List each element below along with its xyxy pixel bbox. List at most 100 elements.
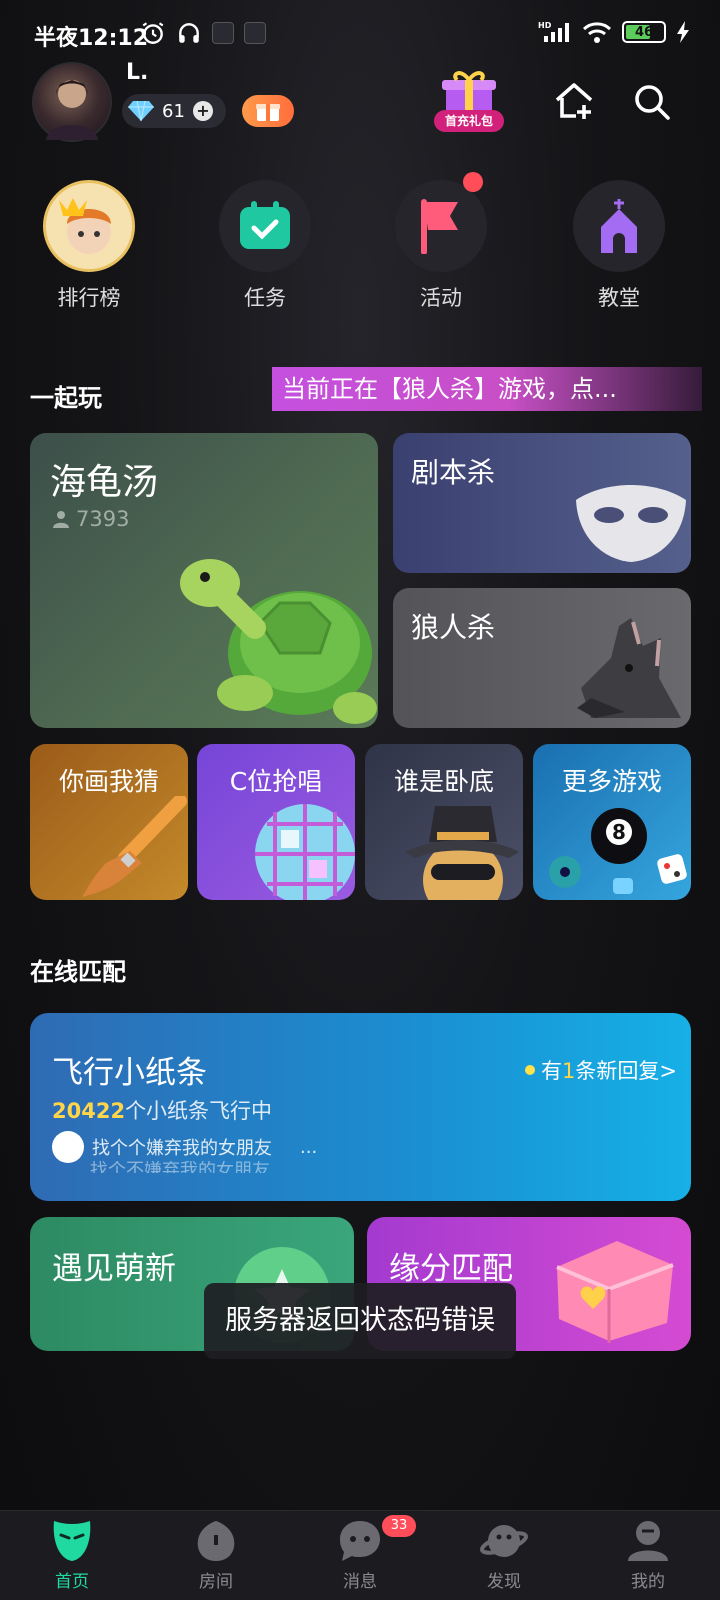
game-title: C位抢唱 xyxy=(229,767,323,796)
status-system-icons: HD 46 xyxy=(538,20,690,44)
person-icon xyxy=(53,511,69,528)
notes-flying-count: 20422个小纸条飞行中 xyxy=(52,1095,272,1125)
game-title: 你画我猜 xyxy=(58,767,159,796)
spy-icon xyxy=(405,806,519,900)
game-title: 狼人杀 xyxy=(411,611,496,644)
note-title: 飞行小纸条 xyxy=(52,1055,207,1091)
notes-count-suffix: 个小纸条飞行中 xyxy=(125,1099,273,1123)
current-game-ticker[interactable]: 当前正在【狼人杀】游戏，点... xyxy=(272,367,702,411)
quick-action-label: 任务 xyxy=(244,286,286,310)
flag-icon xyxy=(421,199,458,254)
ranking-avatar xyxy=(43,180,135,272)
game-title: 剧本杀 xyxy=(411,456,496,489)
game-card-undercover[interactable]: 谁是卧底 xyxy=(365,744,523,900)
nav-label: 发现 xyxy=(487,1572,521,1592)
nav-rooms[interactable]: 房间 xyxy=(144,1511,288,1600)
wolf-icon xyxy=(577,618,681,718)
search-icon[interactable] xyxy=(632,82,672,122)
unread-badge: 33 xyxy=(382,1515,416,1537)
fate-match-title: 缘分匹配 xyxy=(389,1251,513,1287)
events-circle xyxy=(395,172,487,272)
diamond-balance[interactable]: 61 + xyxy=(122,94,226,128)
user-avatar[interactable] xyxy=(32,62,112,142)
bottom-nav: 首页 房间 33 消息 发现 我的 xyxy=(0,1510,720,1600)
church-circle xyxy=(573,180,665,272)
profile-icon xyxy=(628,1521,668,1561)
church-icon xyxy=(601,199,637,253)
avatar-image xyxy=(46,80,98,140)
nav-profile[interactable]: 我的 xyxy=(576,1511,720,1600)
player-count: 7393 xyxy=(52,507,129,531)
notes-count-value: 20422 xyxy=(52,1099,126,1123)
next-message-text: 找个不嫌弃我的女朋友 xyxy=(90,1161,270,1173)
game-card-script-kill[interactable]: 剧本杀 xyxy=(393,433,691,573)
quick-action-label: 活动 xyxy=(420,286,462,310)
message-text: 找个个嫌弃我的女朋友 xyxy=(92,1138,272,1159)
crown-doll-icon xyxy=(59,198,111,254)
mask-face-icon xyxy=(53,1521,91,1561)
meet-newbie-title: 遇见萌新 xyxy=(52,1251,176,1287)
quick-action-label: 排行榜 xyxy=(57,286,121,310)
reply-suffix: 条新回复> xyxy=(575,1059,677,1083)
app-notification-icon-2 xyxy=(244,22,266,44)
battery-level: 46 xyxy=(634,24,654,40)
flying-note-card[interactable]: 飞行小纸条 有1条新回复> 20422个小纸条飞行中 找个个嫌弃我的女朋友 ..… xyxy=(30,1013,691,1201)
game-card-c-sing[interactable]: C位抢唱 xyxy=(197,744,355,900)
game-card-draw-guess[interactable]: 你画我猜 xyxy=(30,744,188,900)
new-reply-link[interactable]: 有1条新回复> xyxy=(525,1055,677,1085)
reply-count: 1 xyxy=(562,1059,576,1083)
quick-action-tasks[interactable]: 任务 xyxy=(200,180,330,312)
game-title: 更多游戏 xyxy=(561,767,662,796)
wifi-icon xyxy=(582,22,612,43)
message-avatar xyxy=(52,1131,84,1163)
game-card-turtle-soup[interactable]: 海龟汤 7393 xyxy=(30,433,378,728)
mystery-box-icon xyxy=(556,1241,674,1343)
turtle-icon xyxy=(180,559,377,724)
game-card-more-games[interactable]: 更多游戏 8 xyxy=(533,744,691,900)
diamond-icon xyxy=(128,100,154,122)
new-reply-dot xyxy=(525,1065,536,1075)
quick-action-events[interactable]: 活动 xyxy=(376,172,506,312)
nav-label: 房间 xyxy=(199,1572,233,1592)
username: L. xyxy=(126,60,149,85)
mask-icon xyxy=(576,485,686,562)
svg-text:8: 8 xyxy=(612,820,626,844)
quick-action-label: 教堂 xyxy=(598,286,640,310)
quick-action-church[interactable]: 教堂 xyxy=(554,180,684,312)
battery-icon: 46 xyxy=(622,21,666,43)
nav-label: 我的 xyxy=(631,1572,665,1592)
network-label: HD xyxy=(538,21,552,30)
game-title: 海龟汤 xyxy=(50,462,159,503)
message-bubble-icon xyxy=(340,1521,380,1561)
task-calendar-icon xyxy=(240,201,290,249)
charging-icon xyxy=(677,21,689,43)
status-time: 半夜12:12 xyxy=(34,26,149,51)
recharge-plus-icon[interactable]: + xyxy=(192,101,213,121)
gift-box-icon xyxy=(256,104,280,121)
nav-discover[interactable]: 发现 xyxy=(432,1511,576,1600)
nav-label: 首页 xyxy=(55,1572,89,1592)
planet-icon xyxy=(480,1525,528,1557)
nav-messages[interactable]: 33 消息 xyxy=(288,1511,432,1600)
error-toast: 服务器返回状态码错误 xyxy=(204,1283,516,1359)
signal-icon: HD xyxy=(538,21,569,42)
reply-prefix: 有 xyxy=(541,1059,563,1083)
tasks-circle xyxy=(219,180,311,272)
more-games-icon: 8 xyxy=(549,808,687,894)
player-count-value: 7393 xyxy=(76,507,130,531)
message-more: ... xyxy=(300,1136,318,1158)
gift-button[interactable] xyxy=(242,95,294,127)
play-section-title: 一起玩 xyxy=(30,384,102,412)
quick-action-ranking[interactable]: 排行榜 xyxy=(24,180,154,312)
nav-home[interactable]: 首页 xyxy=(0,1511,144,1600)
paintbrush-icon xyxy=(82,796,187,897)
create-room-icon[interactable] xyxy=(553,80,595,122)
game-card-werewolf[interactable]: 狼人杀 xyxy=(393,588,691,728)
first-charge-label[interactable]: 首充礼包 xyxy=(434,110,504,132)
app-notification-icon xyxy=(212,22,234,44)
disco-ball-icon xyxy=(255,804,355,900)
online-section-title: 在线匹配 xyxy=(30,958,126,986)
note-message: 找个个嫌弃我的女朋友 ... xyxy=(52,1131,317,1163)
headphones-icon xyxy=(179,23,199,43)
nav-label: 消息 xyxy=(343,1572,377,1592)
